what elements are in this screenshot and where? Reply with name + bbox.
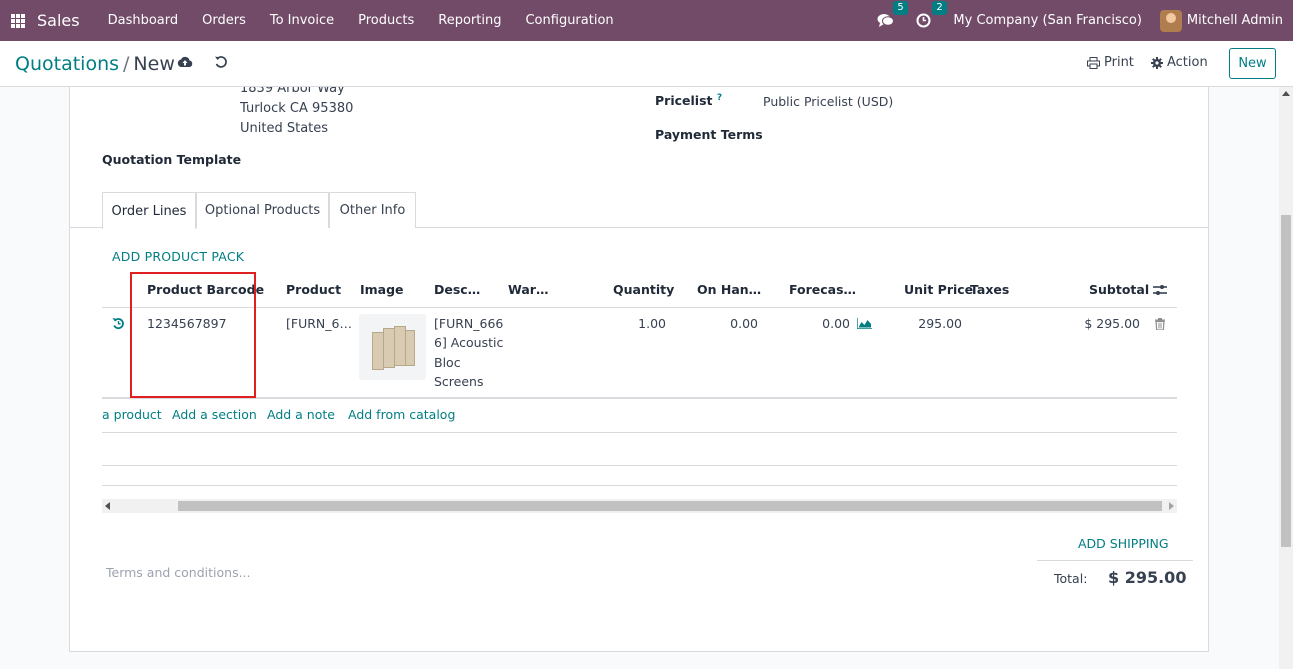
col-warehouse[interactable]: War… bbox=[508, 282, 548, 297]
table-horizontal-scrollbar[interactable] bbox=[102, 499, 1177, 513]
lines-divider-top bbox=[102, 398, 1177, 399]
pricelist-label: Pricelist ? bbox=[655, 93, 722, 108]
order-lines-table: Product Barcode Product Image Desc… War…… bbox=[102, 274, 1177, 519]
col-quantity[interactable]: Quantity bbox=[613, 282, 674, 297]
col-description[interactable]: Desc… bbox=[434, 282, 480, 297]
row-reset-icon[interactable] bbox=[112, 317, 125, 334]
breadcrumb-separator: / bbox=[123, 53, 130, 75]
page-vertical-scrollbar[interactable] bbox=[1279, 87, 1293, 669]
optional-columns-toggle-icon[interactable] bbox=[1153, 284, 1167, 300]
scroll-thumb[interactable] bbox=[178, 501, 1162, 511]
breadcrumb-quotations[interactable]: Quotations bbox=[15, 53, 119, 75]
chat-icon bbox=[877, 14, 895, 27]
cell-barcode[interactable]: 1234567897 bbox=[147, 316, 227, 331]
cell-subtotal: $ 295.00 bbox=[1084, 316, 1140, 331]
cell-description-line4[interactable]: Screens bbox=[434, 374, 484, 389]
cell-quantity[interactable]: 1.00 bbox=[623, 316, 666, 331]
scroll-left-arrow[interactable] bbox=[105, 502, 110, 510]
add-note-link[interactable]: Add a note bbox=[267, 407, 335, 422]
menu-products[interactable]: Products bbox=[354, 13, 418, 28]
quotation-template-label: Quotation Template bbox=[102, 152, 242, 167]
total-label: Total: bbox=[1054, 571, 1088, 586]
terms-and-conditions-field[interactable]: Terms and conditions... bbox=[106, 565, 251, 580]
menu-dashboard[interactable]: Dashboard bbox=[104, 13, 183, 28]
breadcrumb-current: New bbox=[133, 53, 175, 75]
delete-row-icon[interactable] bbox=[1155, 318, 1165, 334]
breadcrumb: Quotations / New bbox=[15, 53, 175, 75]
app-name[interactable]: Sales bbox=[37, 11, 80, 30]
menu-reporting[interactable]: Reporting bbox=[434, 13, 505, 28]
scroll-up-arrow[interactable] bbox=[1282, 91, 1290, 96]
col-on-hand[interactable]: On Han… bbox=[697, 282, 761, 297]
scroll-right-arrow[interactable] bbox=[1169, 502, 1174, 510]
cell-on-hand: 0.00 bbox=[730, 316, 758, 331]
col-product-barcode[interactable]: Product Barcode bbox=[147, 282, 264, 297]
add-product-link[interactable]: a product bbox=[102, 407, 162, 422]
notebook-tabs: Order Lines Optional Products Other Info bbox=[70, 192, 1208, 229]
pricelist-help-icon[interactable]: ? bbox=[717, 93, 722, 103]
cell-description-line3[interactable]: Bloc bbox=[434, 355, 461, 370]
form-sheet: 1839 Arbor Way Turlock CA 95380 United S… bbox=[69, 87, 1209, 652]
col-taxes[interactable]: Taxes bbox=[970, 282, 1009, 297]
add-product-pack-button[interactable]: ADD PRODUCT PACK bbox=[112, 249, 244, 264]
action-button[interactable]: Action bbox=[1151, 55, 1208, 70]
col-subtotal[interactable]: Subtotal bbox=[1089, 282, 1149, 297]
col-image[interactable]: Image bbox=[360, 282, 404, 297]
company-switcher[interactable]: My Company (San Francisco) bbox=[953, 13, 1141, 28]
apps-menu-icon[interactable] bbox=[11, 13, 25, 28]
cell-forecast: 0.00 bbox=[822, 316, 850, 331]
control-panel: Quotations / New Print Action New bbox=[0, 41, 1293, 87]
discard-undo-icon[interactable] bbox=[214, 55, 228, 73]
col-unit-price[interactable]: Unit Price bbox=[904, 282, 973, 297]
header-divider bbox=[102, 307, 1177, 308]
cell-description-line1[interactable]: [FURN_666 bbox=[434, 316, 503, 331]
printer-icon bbox=[1087, 56, 1100, 69]
pricelist-field[interactable]: Public Pricelist (USD) bbox=[763, 94, 893, 109]
add-shipping-button[interactable]: ADD SHIPPING bbox=[1078, 536, 1169, 551]
tab-optional-products[interactable]: Optional Products bbox=[196, 192, 329, 228]
user-avatar[interactable] bbox=[1159, 9, 1182, 32]
customer-address-line2: Turlock CA 95380 bbox=[240, 101, 354, 116]
product-image bbox=[359, 314, 426, 380]
clock-icon bbox=[916, 13, 931, 28]
action-label: Action bbox=[1167, 55, 1208, 70]
customer-address-line3: United States bbox=[240, 121, 329, 136]
messages-badge: 5 bbox=[893, 1, 908, 15]
gear-icon bbox=[1151, 56, 1163, 69]
add-section-link[interactable]: Add a section bbox=[172, 407, 257, 422]
activities-button[interactable]: 2 bbox=[916, 1, 947, 28]
pricelist-label-text: Pricelist bbox=[655, 93, 713, 109]
total-amount: $ 295.00 bbox=[1108, 568, 1187, 587]
menu-configuration[interactable]: Configuration bbox=[521, 13, 617, 28]
cell-product[interactable]: [FURN_6… bbox=[286, 316, 352, 331]
messages-button[interactable]: 5 bbox=[877, 1, 908, 28]
user-menu[interactable]: Mitchell Admin bbox=[1187, 13, 1283, 28]
print-button[interactable]: Print bbox=[1087, 55, 1134, 70]
customer-address-line1: 1839 Arbor Way bbox=[240, 87, 345, 96]
cell-unit-price[interactable]: 295.00 bbox=[902, 316, 962, 331]
tab-order-lines[interactable]: Order Lines bbox=[102, 192, 196, 229]
menu-orders[interactable]: Orders bbox=[198, 13, 250, 28]
new-button[interactable]: New bbox=[1229, 48, 1276, 79]
lines-divider-bottom bbox=[102, 465, 1177, 466]
total-divider bbox=[1037, 560, 1193, 561]
forecast-chart-icon[interactable] bbox=[856, 318, 872, 333]
col-product[interactable]: Product bbox=[286, 282, 341, 297]
payment-terms-label: Payment Terms bbox=[655, 127, 763, 142]
print-label: Print bbox=[1104, 55, 1134, 70]
tab-other-info[interactable]: Other Info bbox=[329, 192, 416, 228]
cell-description-line2[interactable]: 6] Acoustic bbox=[434, 335, 503, 350]
col-forecast[interactable]: Forecas… bbox=[789, 282, 856, 297]
top-navbar: Sales Dashboard Orders To Invoice Produc… bbox=[0, 0, 1293, 41]
add-from-catalog-link[interactable]: Add from catalog bbox=[348, 407, 455, 422]
save-cloud-icon[interactable] bbox=[177, 55, 193, 72]
page-scroll-thumb[interactable] bbox=[1281, 215, 1291, 547]
row-divider-2 bbox=[102, 485, 1177, 486]
menu-to-invoice[interactable]: To Invoice bbox=[266, 13, 338, 28]
activities-badge: 2 bbox=[932, 1, 947, 15]
lines-divider-mid bbox=[102, 432, 1177, 433]
